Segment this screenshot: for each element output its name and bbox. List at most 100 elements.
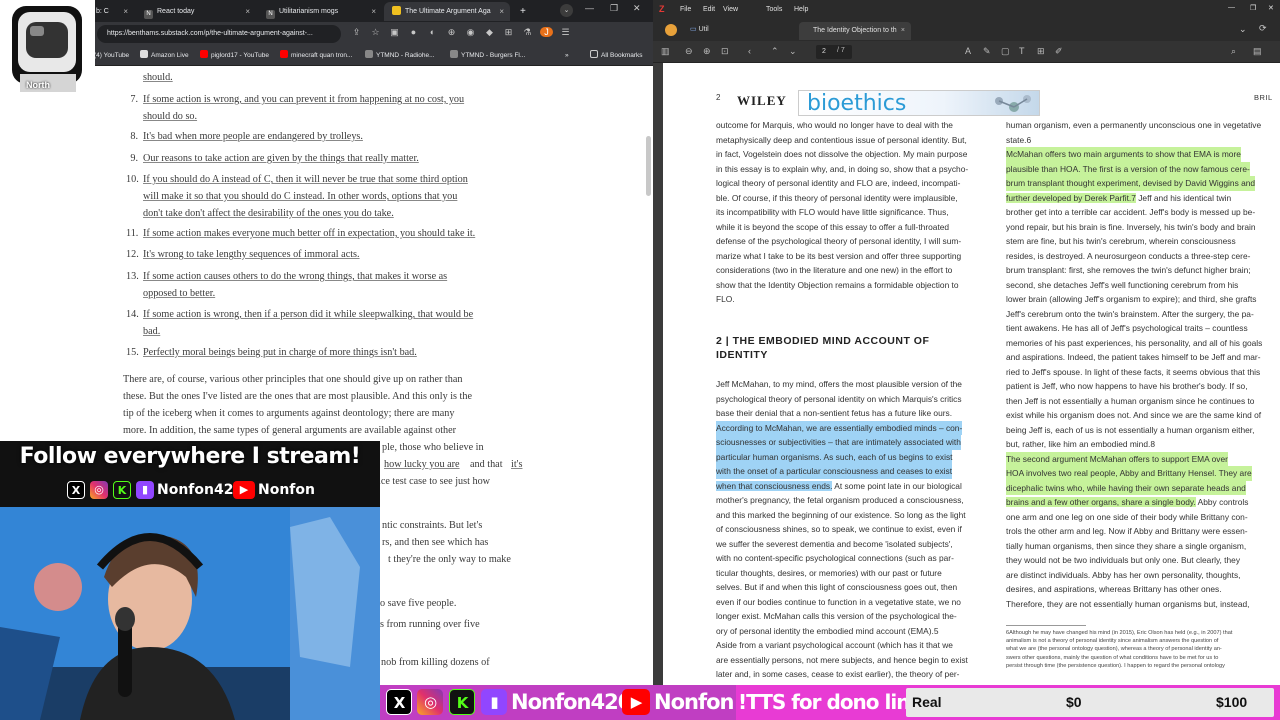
highlighted-line[interactable]: brum transplant thought experiment, devi…	[1006, 176, 1256, 191]
context-pane-icon[interactable]: ▤	[1253, 46, 1262, 57]
folder-tab[interactable]: ▭ Util	[690, 25, 709, 33]
close-tab-icon[interactable]: ×	[123, 2, 128, 21]
link[interactable]: If you should do A instead of C, then it…	[143, 174, 468, 185]
link[interactable]: If some action is wrong, then if a perso…	[143, 309, 473, 320]
highlighted-line[interactable]: dicephalic twins who, while having their…	[1006, 480, 1246, 495]
text-fragment: t they're the only way to make	[388, 554, 511, 565]
note-icon[interactable]: ▢	[1001, 46, 1010, 57]
highlight-icon[interactable]: ✎	[983, 46, 991, 57]
maximize-icon[interactable]: ❐	[1250, 4, 1256, 12]
previous-page-icon[interactable]: ⌃	[771, 46, 779, 57]
bookmarks-overflow[interactable]: »	[565, 49, 569, 62]
link[interactable]: how lucky you are	[384, 456, 460, 473]
zoom-in-icon[interactable]: ⊕	[703, 46, 711, 57]
maximize-icon[interactable]: ❐	[610, 3, 618, 14]
menu-tools[interactable]: Tools	[766, 6, 782, 13]
new-tab-button[interactable]: +	[512, 2, 530, 21]
extension-icon[interactable]: ⊞	[502, 27, 515, 38]
menu-edit[interactable]: Edit	[703, 6, 715, 13]
link[interactable]: don't take don't affect the desirability…	[143, 208, 394, 219]
close-window-icon[interactable]: ✕	[1268, 4, 1274, 12]
library-icon[interactable]	[665, 24, 677, 36]
browser-tab[interactable]: N React today ×	[136, 2, 256, 21]
highlighted-line[interactable]: HOA involves two real people, Abby and B…	[1006, 466, 1252, 481]
next-page-icon[interactable]: ⌄	[789, 46, 797, 57]
all-bookmarks[interactable]: All Bookmarks	[590, 49, 643, 62]
bookmark-item[interactable]: Amazon Live	[140, 49, 189, 62]
bookmark-item[interactable]: YTMND - Burgers Fl...	[450, 49, 525, 62]
zoom-out-icon[interactable]: ⊖	[685, 46, 693, 57]
bookmark-item[interactable]: YTMND - Radiohe...	[365, 49, 435, 62]
highlighted-line[interactable]: McMahan offers two main arguments to sho…	[1006, 147, 1241, 162]
url-field[interactable]: https://benthams.substack.com/p/the-ulti…	[97, 25, 341, 43]
back-icon[interactable]: ‹	[748, 46, 751, 56]
profile-avatar-icon[interactable]: J	[540, 27, 553, 37]
journal-title: bioethics	[807, 91, 907, 116]
highlighted-line[interactable]: particular human organisms. As such, eac…	[716, 449, 953, 464]
link[interactable]: Perfectly moral beings being put in char…	[143, 347, 417, 358]
bookmark-item[interactable]: piglord17 - YouTube	[200, 49, 269, 62]
extension-icon[interactable]: ▣	[388, 27, 401, 38]
text-tool-icon[interactable]: T	[1019, 46, 1025, 56]
highlighted-line[interactable]: According to McMahan, we are essentially…	[716, 420, 963, 435]
bookmark-item[interactable]: (4) YouTube	[94, 49, 129, 62]
page-number-input[interactable]: 2	[816, 45, 852, 59]
extension-icon[interactable]: ◐	[426, 27, 439, 37]
extension-icon[interactable]: ◆	[483, 27, 496, 38]
section-heading: 2 | THE EMBODIED MIND ACCOUNT OF	[716, 335, 930, 347]
scrollbar[interactable]	[646, 136, 651, 196]
sync-icon[interactable]: ⟳	[1259, 23, 1267, 34]
close-window-icon[interactable]: ✕	[633, 3, 641, 14]
highlighted-line[interactable]: The second argument McMahan offers to su…	[1006, 451, 1228, 466]
text-line: ried to Jeff's spouse. In light of these…	[1006, 366, 1261, 377]
link[interactable]: should do so.	[143, 111, 197, 122]
area-select-icon[interactable]: ⊞	[1037, 46, 1045, 57]
highlighted-line[interactable]: sciousnesses or subjectivities – that ar…	[716, 435, 961, 450]
link[interactable]: If some action makes everyone much bette…	[143, 228, 475, 239]
menu-view[interactable]: View	[723, 6, 738, 13]
document-tab[interactable]: The Identity Objection to th ×	[799, 22, 911, 40]
menu-icon[interactable]: ☰	[559, 27, 572, 38]
link[interactable]: If some action causes others to do the w…	[143, 271, 447, 282]
highlighted-line[interactable]: plausible than HOA. The first is a versi…	[1006, 161, 1250, 176]
link[interactable]: It's bad when more people are endangered…	[143, 131, 363, 142]
link[interactable]: If some action is wrong, and you can pre…	[143, 94, 464, 105]
link[interactable]: opposed to better.	[143, 288, 215, 299]
extension-icon[interactable]: ⊕	[445, 27, 458, 38]
text-line: we suffer the severest dementia and beco…	[716, 538, 953, 549]
social-youtube: ▶ Nonfon	[233, 481, 315, 499]
chevron-down-icon[interactable]: ⌄	[1239, 24, 1247, 35]
close-tab-icon[interactable]: ×	[245, 2, 250, 21]
search-icon[interactable]: ⌕	[1231, 46, 1236, 57]
fit-page-icon[interactable]: ⊡	[721, 46, 729, 57]
link[interactable]: it's	[511, 456, 522, 473]
bookmark-star-icon[interactable]: ☆	[369, 27, 382, 38]
share-icon[interactable]: ⇪	[350, 27, 363, 38]
browser-tab[interactable]: N Utilitarianism mogs ×	[258, 2, 382, 21]
bookmark-item[interactable]: minecraft quan tron...	[280, 49, 352, 62]
minimize-icon[interactable]: —	[585, 3, 594, 13]
sidebar-toggle-icon[interactable]: ▥	[661, 46, 670, 57]
minimize-icon[interactable]: —	[1228, 4, 1235, 11]
text-line: brains and a few other organs, share a s…	[1006, 497, 1249, 507]
extension-icon[interactable]: ●	[407, 27, 420, 37]
link[interactable]: will make it so that you should do C ins…	[143, 191, 457, 202]
text-fragment: ntic constraints. But let's	[382, 520, 483, 531]
link[interactable]: It's wrong to take lengthy sequences of …	[143, 249, 360, 260]
publisher-logo: WILEY	[737, 93, 787, 108]
browser-tab-active[interactable]: The Ultimate Argument Aga ×	[384, 2, 510, 21]
menu-file[interactable]: File	[680, 6, 691, 13]
close-tab-icon[interactable]: ×	[371, 2, 376, 21]
text-select-icon[interactable]: A	[965, 46, 971, 56]
link[interactable]: Our reasons to take action are given by …	[143, 153, 419, 164]
extension-icon[interactable]: ◉	[464, 27, 477, 38]
extension-icon[interactable]: ⚗	[521, 27, 534, 38]
tab-search-icon[interactable]: ⌄	[560, 4, 573, 17]
footnote-line: swers other questions, mainly the questi…	[1006, 654, 1219, 661]
link[interactable]: bad.	[143, 326, 160, 337]
close-tab-icon[interactable]: ×	[901, 22, 905, 40]
ink-icon[interactable]: ✐	[1055, 46, 1063, 57]
menu-help[interactable]: Help	[794, 6, 808, 13]
highlighted-line[interactable]: with the onset of a particular conscious…	[716, 464, 953, 479]
close-tab-icon[interactable]: ×	[499, 2, 504, 21]
